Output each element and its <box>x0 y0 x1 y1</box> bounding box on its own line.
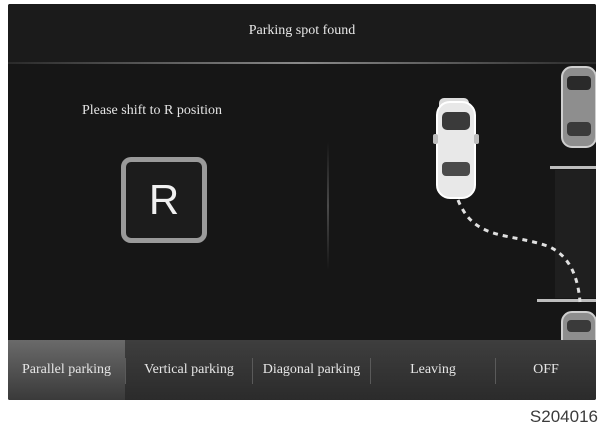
header-title: Parking spot found <box>248 23 356 38</box>
figure-code: S204016 <box>529 407 598 426</box>
tab-leaving[interactable]: Leaving <box>371 340 495 400</box>
tab-parallel-parking[interactable]: Parallel parking <box>8 340 125 400</box>
panel-divider <box>327 142 329 270</box>
gear-letter: R <box>148 176 180 223</box>
car-icon <box>433 98 479 199</box>
shift-instruction: Please shift to R position <box>82 103 222 118</box>
parked-car-icon <box>561 311 596 342</box>
tab-diagonal-parking[interactable]: Diagonal parking <box>253 340 370 400</box>
parking-bay-lines <box>537 166 596 302</box>
parking-assist-screen: Parking spot found Please shift to R pos… <box>8 4 596 400</box>
tab-off[interactable]: OFF <box>496 340 596 400</box>
parked-car-icon <box>561 66 596 148</box>
tab-vertical-parking[interactable]: Vertical parking <box>126 340 252 400</box>
gear-indicator: R <box>121 157 207 243</box>
header: Parking spot found <box>8 4 596 62</box>
parking-scene <box>433 66 596 342</box>
parking-mode-tabs: Parallel parking Vertical parking Diagon… <box>8 340 596 400</box>
